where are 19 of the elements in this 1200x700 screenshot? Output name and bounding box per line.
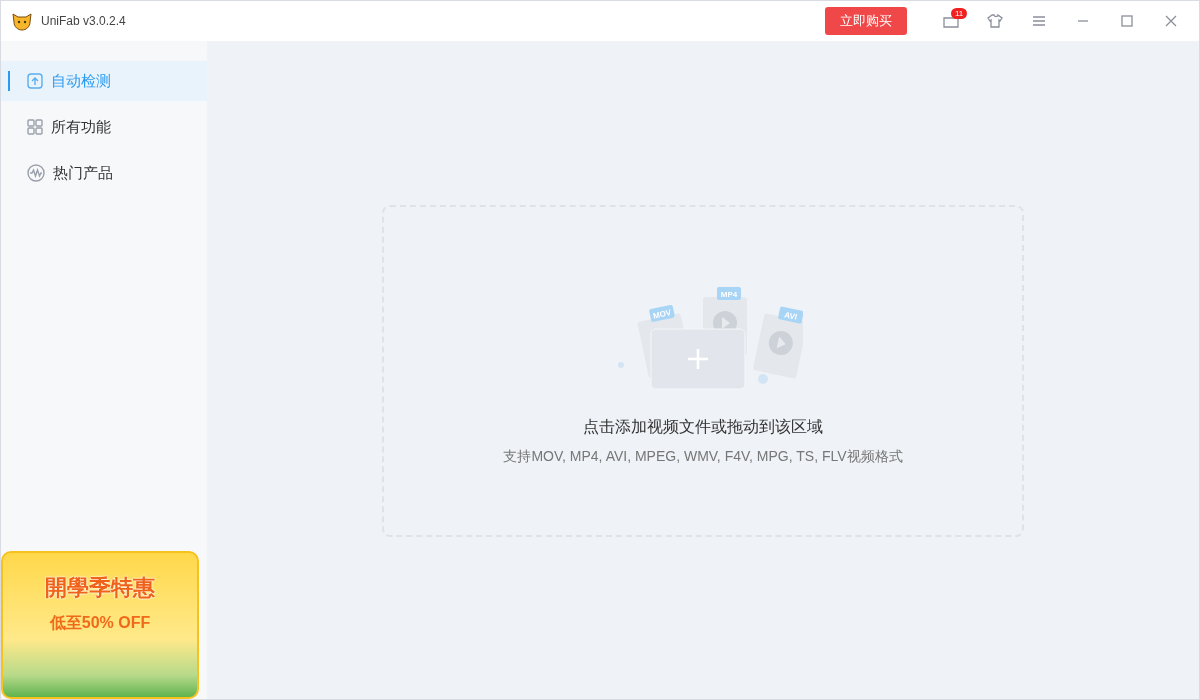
sidebar-item[interactable]: 所有功能 <box>1 107 207 147</box>
wave-icon <box>27 164 45 182</box>
promo-banner[interactable]: 開學季特惠 低至50% OFF <box>1 551 199 699</box>
cat-logo-icon <box>11 10 33 32</box>
supported-formats: 支持MOV, MP4, AVI, MPEG, WMV, F4V, MPG, TS, FLV视频格式 <box>503 448 903 466</box>
promo-title: 開學季特惠 <box>45 574 155 602</box>
buy-now-button[interactable]: 立即购买 <box>825 7 907 35</box>
sidebar-item[interactable]: 热门产品 <box>1 153 207 193</box>
notification-badge: 11 <box>951 8 968 19</box>
promo-subtitle: 低至50% OFF <box>49 613 151 633</box>
notification-button[interactable]: 11 <box>933 6 969 36</box>
drop-prompt: 点击添加视频文件或拖动到该区域 <box>583 417 823 437</box>
upload-icon <box>27 73 43 89</box>
video-files-drawing: MOV MP4 AVI <box>603 277 803 397</box>
sidebar-item[interactable]: 自动检测 <box>1 61 207 101</box>
file-drop-zone[interactable]: MOV MP4 AVI 点击添加视频文件或拖动到该区域 支持MOV, MP4, AVI, MPEG, WMV, F4V, MPG, TS, FLV视频格式 <box>382 205 1024 537</box>
tray-icon <box>943 14 959 28</box>
window-title: UniFab v3.0.2.4 <box>41 14 127 28</box>
grid-icon <box>27 119 43 135</box>
